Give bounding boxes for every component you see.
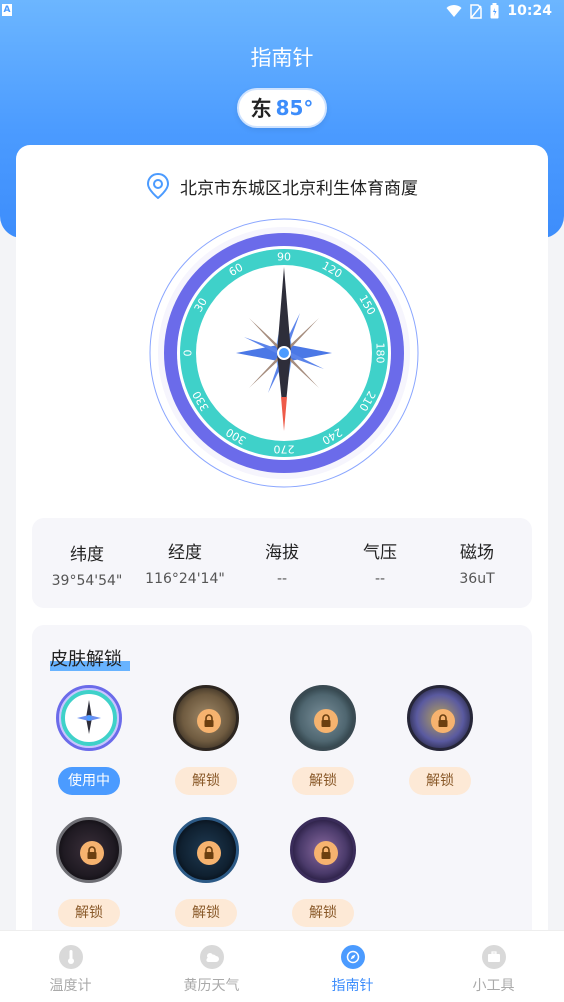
lock-icon — [314, 709, 338, 733]
wifi-icon — [446, 4, 462, 17]
skin-unlock-button[interactable]: 解锁 — [58, 899, 120, 927]
skin-thumbnail[interactable] — [173, 685, 239, 751]
page-title: 指南针 — [250, 46, 314, 70]
tab-compass[interactable]: 指南针 — [282, 931, 423, 1002]
dial-label: 180 — [374, 343, 387, 364]
no-sim-icon — [470, 3, 483, 19]
skin-item[interactable]: 解锁 — [273, 817, 373, 927]
lock-icon — [314, 841, 338, 865]
skin-unlock-button[interactable]: 解锁 — [292, 767, 354, 795]
tab-tools[interactable]: 小工具 — [423, 931, 564, 1002]
skin-thumbnail[interactable] — [56, 685, 122, 751]
compass-skin-icon — [61, 690, 117, 746]
compass-graphic: 0306090120150180210240270300330 — [149, 218, 419, 488]
compass-dial: 0 30 60 90 120 150 180 210 240 270 300 330 — [148, 217, 420, 489]
tab-almanac-weather[interactable]: 黄历天气 — [141, 931, 282, 1002]
tab-label: 黄历天气 — [183, 978, 240, 994]
skin-unlock-button[interactable]: 解锁 — [175, 899, 237, 927]
battery-icon — [490, 3, 499, 19]
skin-thumbnail[interactable] — [173, 817, 239, 883]
dial-label: 270 — [274, 443, 295, 456]
tab-label: 指南针 — [331, 978, 374, 994]
stat-value: 116°24'14" — [145, 571, 225, 587]
weather-icon — [199, 945, 224, 969]
skin-unlock-button[interactable]: 解锁 — [292, 899, 354, 927]
lock-icon — [431, 709, 455, 733]
dial-label: 90 — [277, 251, 291, 264]
stat-value: 39°54'54" — [51, 573, 123, 589]
thermometer-icon — [58, 945, 83, 969]
skin-item[interactable]: 解锁 — [390, 685, 490, 795]
heading-degrees: 85° — [275, 96, 314, 120]
stat-label: 纬度 — [70, 545, 104, 565]
stat-value: -- — [374, 571, 386, 587]
stat-label: 磁场 — [460, 543, 494, 563]
dial-label: 0 — [182, 350, 195, 357]
skin-item[interactable]: 解锁 — [39, 817, 139, 927]
skin-item[interactable]: 使用中 — [39, 685, 139, 795]
stat-latitude: 纬度 39°54'54" — [37, 518, 137, 608]
lock-icon — [197, 841, 221, 865]
heading-direction: 东 — [250, 97, 272, 121]
stats-panel: 纬度 39°54'54" 经度 116°24'14" 海拔 -- 气压 -- 磁… — [32, 518, 532, 608]
status-indicator: A — [2, 4, 12, 16]
stat-label: 经度 — [168, 543, 202, 563]
location-row: 北京市东城区北京利生体育商厦 — [16, 173, 548, 199]
status-time: 10:24 — [507, 3, 552, 19]
skin-unlock-button[interactable]: 解锁 — [175, 767, 237, 795]
compass-icon — [340, 945, 365, 969]
location-pin-icon — [146, 173, 170, 199]
toolbox-icon — [481, 945, 506, 969]
lock-icon — [80, 841, 104, 865]
tab-thermometer[interactable]: 温度计 — [0, 931, 141, 1002]
skin-thumbnail[interactable] — [56, 817, 122, 883]
skin-item[interactable]: 解锁 — [156, 817, 256, 927]
tab-label: 小工具 — [472, 978, 515, 994]
bottom-tab-bar: 温度计 黄历天气 指南针 小工具 — [0, 930, 564, 1002]
skin-unlock-panel: 皮肤解锁 使用中 解锁 解锁 解锁 解锁 解锁 解锁 — [32, 625, 532, 945]
skin-item[interactable]: 解锁 — [156, 685, 256, 795]
stat-value: 36uT — [459, 571, 495, 587]
compass-card: 北京市东城区北京利生体育商厦 0 30 60 90 120 150 180 210 240 270… — [16, 145, 548, 945]
lock-icon — [197, 709, 221, 733]
skin-section-title: 皮肤解锁 — [50, 649, 122, 670]
stat-label: 海拔 — [265, 543, 299, 563]
stat-pressure: 气压 -- — [330, 518, 430, 608]
skin-thumbnail[interactable] — [407, 685, 473, 751]
location-address: 北京市东城区北京利生体育商厦 — [180, 178, 418, 199]
skin-thumbnail[interactable] — [290, 685, 356, 751]
stat-value: -- — [276, 571, 288, 587]
stat-label: 气压 — [363, 543, 397, 563]
skin-thumbnail[interactable] — [290, 817, 356, 883]
stat-altitude: 海拔 -- — [232, 518, 332, 608]
skin-item[interactable]: 解锁 — [273, 685, 373, 795]
heading-badge: 东 85° — [237, 88, 327, 128]
skin-in-use-button[interactable]: 使用中 — [58, 767, 120, 795]
tab-label: 温度计 — [49, 978, 92, 994]
status-bar: A 10:24 — [0, 0, 564, 24]
stat-magnetic: 磁场 36uT — [427, 518, 527, 608]
stat-longitude: 经度 116°24'14" — [135, 518, 235, 608]
skin-unlock-button[interactable]: 解锁 — [409, 767, 471, 795]
